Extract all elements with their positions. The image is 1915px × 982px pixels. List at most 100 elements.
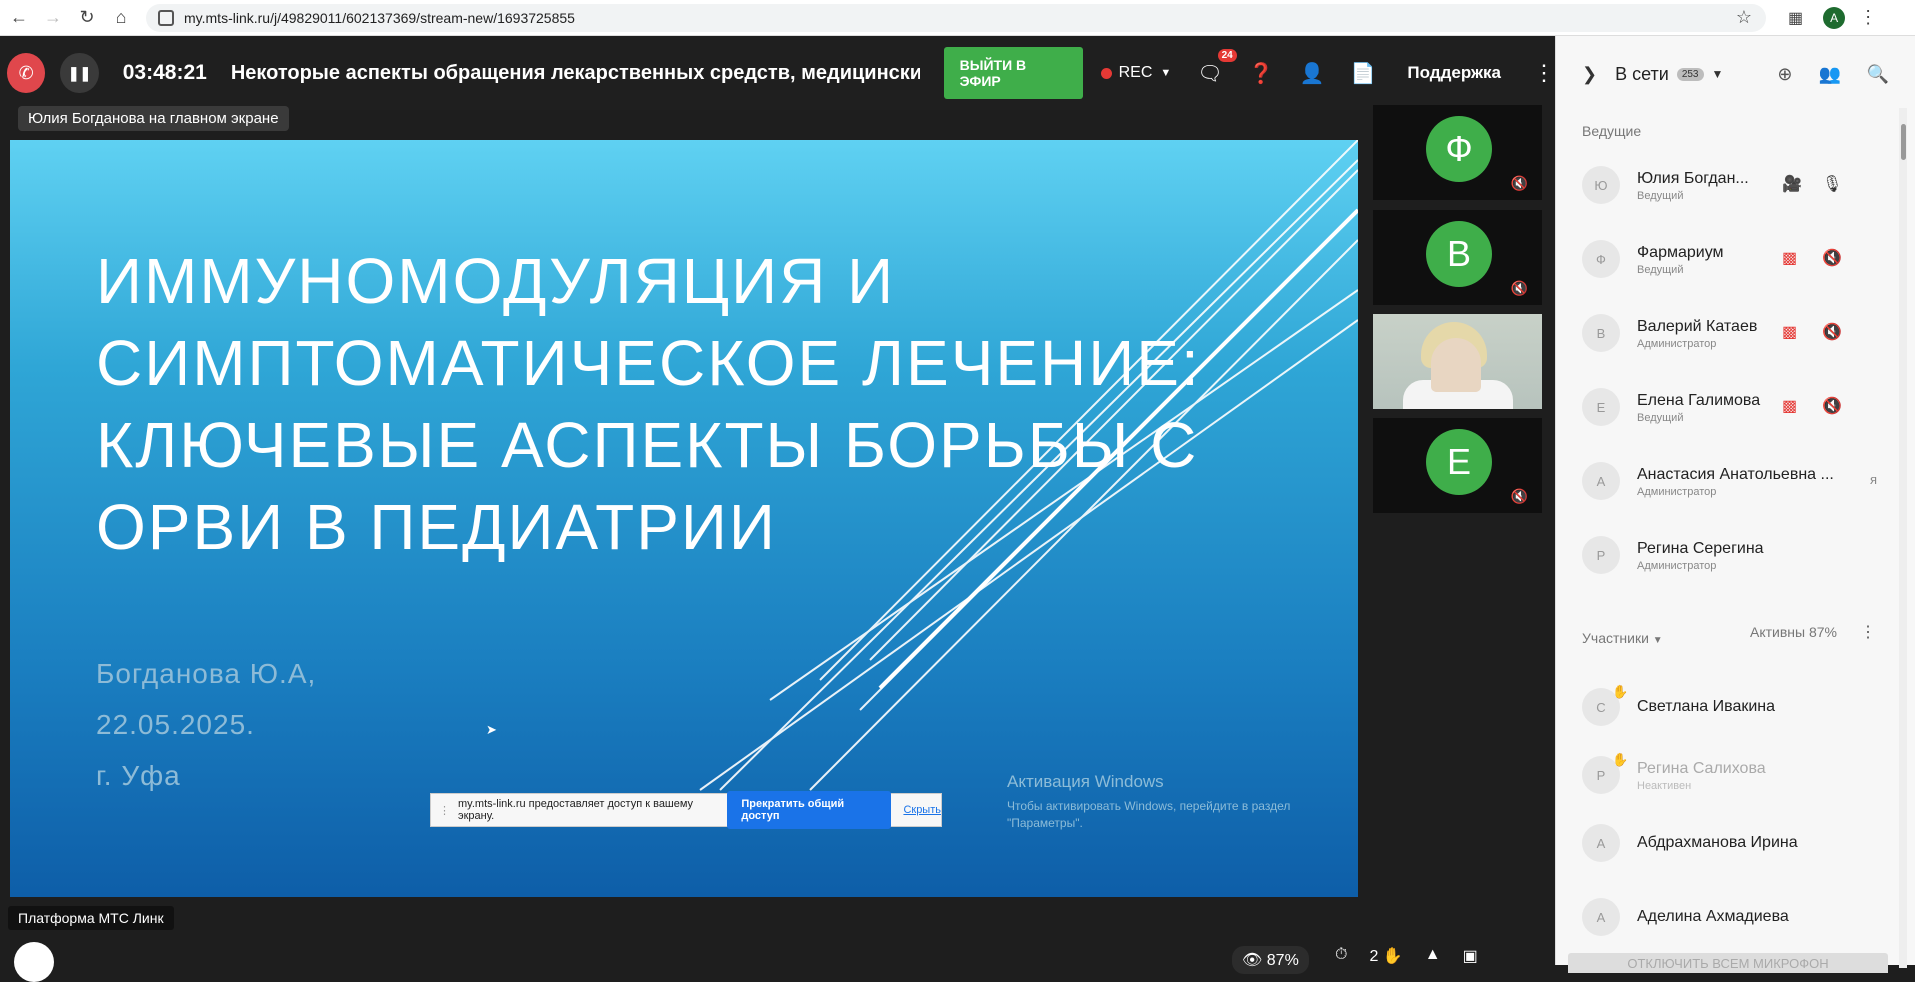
participant-tile[interactable]: Е 🔇	[1373, 418, 1542, 513]
host-name: Фармариум	[1637, 244, 1724, 261]
extensions-icon[interactable]: ▦	[1788, 8, 1803, 28]
record-label: REC	[1118, 64, 1153, 81]
go-on-air-button[interactable]: ВЫЙТИ В ЭФИР	[943, 47, 1083, 99]
mic-off-icon[interactable]: 🔇	[1822, 248, 1842, 268]
panel-title: В сети	[1615, 63, 1669, 84]
screen-share-bar: ⋮ my.mts-link.ru предоставляет доступ к …	[430, 791, 942, 829]
camera-off-icon[interactable]: ▩	[1782, 396, 1797, 416]
timer-icon[interactable]: ⏱	[1335, 946, 1347, 966]
panel-header: ❯ В сети 253 ▼ ⊕ 👥 🔍	[1556, 36, 1915, 112]
participants-label-text: Участники	[1582, 630, 1649, 646]
host-row[interactable]: В Валерий Катаев Администратор ▩ 🔇	[1582, 304, 1902, 364]
participant-tile[interactable]: В 🔇	[1373, 210, 1542, 305]
tile-avatar: В	[1426, 221, 1492, 287]
participant-icon[interactable]: 👤	[1300, 61, 1325, 86]
mic-off-icon: 🔇	[1510, 175, 1528, 191]
participant-name: Регина Салихова	[1637, 760, 1766, 777]
avatar: В	[1582, 314, 1620, 352]
browser-menu-icon[interactable]: ⋮	[1859, 7, 1877, 28]
participants-section-label[interactable]: Участники ▼	[1582, 630, 1663, 646]
mute-all-button[interactable]: ОТКЛЮЧИТЬ ВСЕМ МИКРОФОН	[1568, 953, 1888, 973]
slide-city: г. Уфа	[96, 760, 181, 791]
camera-off-icon[interactable]: ▩	[1782, 322, 1797, 342]
draw-icon[interactable]: ▲	[1425, 946, 1441, 966]
chevron-down-icon: ▼	[1652, 635, 1663, 646]
back-icon[interactable]: ←	[4, 3, 34, 33]
camera-off-icon[interactable]: ▩	[1782, 248, 1797, 268]
chevron-down-icon[interactable]: ▼	[1712, 67, 1724, 81]
participant-row[interactable]: А Абдрахманова Ирина	[1582, 814, 1902, 874]
avatar: А	[1582, 898, 1620, 936]
drag-handle-icon[interactable]: ⋮	[439, 804, 450, 817]
leave-call-button[interactable]: ✆	[7, 53, 46, 93]
participant-row[interactable]: С ✋ Светлана Ивакина	[1582, 678, 1902, 738]
hide-share-bar-link[interactable]: Скрыть	[903, 804, 941, 816]
document-icon[interactable]: 📄	[1351, 61, 1376, 86]
address-bar[interactable]: my.mts-link.ru/j/49829011/602137369/stre…	[146, 3, 1766, 32]
participant-video-tile[interactable]	[1373, 314, 1542, 409]
add-participant-icon[interactable]: ⊕	[1777, 64, 1792, 85]
home-icon[interactable]: ⌂	[106, 3, 136, 33]
share-bar-text: my.mts-link.ru предоставляет доступ к ва…	[458, 798, 694, 822]
slide-title: Иммуномодуляция и симптоматическое лечен…	[96, 245, 1201, 563]
webinar-toolbar: ✆ ❚❚ 03:48:21 Некоторые аспекты обращени…	[0, 36, 1555, 110]
slide-date: 22.05.2025.	[96, 709, 255, 740]
questions-icon[interactable]: ❓	[1249, 61, 1274, 86]
mic-off-icon[interactable]: 🔇	[1822, 322, 1842, 342]
site-info-icon[interactable]	[158, 9, 174, 26]
host-name: Юлия Богдан...	[1637, 170, 1749, 187]
raised-hands-count: 2	[1369, 948, 1379, 965]
stop-sharing-button[interactable]: Прекратить общий доступ	[727, 791, 892, 829]
host-row[interactable]: Ф Фармариум Ведущий ▩ 🔇	[1582, 230, 1902, 290]
participant-name: Аделина Ахмадиева	[1637, 908, 1789, 925]
chat-icon[interactable]: 🗨 24	[1197, 48, 1237, 86]
forward-icon[interactable]: →	[38, 3, 68, 33]
host-role: Ведущий	[1637, 264, 1684, 276]
url-text[interactable]: my.mts-link.ru/j/49829011/602137369/stre…	[184, 10, 1736, 26]
event-title: Некоторые аспекты обращения лекарственны…	[230, 61, 920, 84]
slide-author: Богданова Ю.А,	[96, 658, 317, 689]
layout-icon[interactable]: ▣	[1463, 946, 1478, 966]
participant-name: Абдрахманова Ирина	[1637, 834, 1798, 851]
host-role: Администратор	[1637, 486, 1717, 498]
panel-scrollbar[interactable]	[1899, 108, 1907, 968]
avatar: Ю	[1582, 166, 1620, 204]
host-name: Анастасия Анатольевна ...	[1637, 466, 1834, 483]
host-row[interactable]: Ю Юлия Богдан... Ведущий 🎥 🎙	[1582, 156, 1902, 216]
raised-hands[interactable]: 2 ✋	[1369, 946, 1402, 966]
reload-icon[interactable]: ↻	[72, 3, 102, 33]
avatar: А	[1582, 462, 1620, 500]
bookmark-star-icon[interactable]: ☆	[1736, 7, 1752, 28]
avatar: А	[1582, 824, 1620, 862]
host-role: Ведущий	[1637, 190, 1684, 202]
participant-row[interactable]: А Аделина Ахмадиева	[1582, 888, 1902, 948]
host-row[interactable]: Е Елена Галимова Ведущий ▩ 🔇	[1582, 378, 1902, 438]
host-row[interactable]: Р Регина Серегина Администратор	[1582, 526, 1902, 586]
more-options-icon[interactable]: ⋮	[1860, 622, 1876, 642]
host-row[interactable]: А Анастасия Анатольевна ... Администрато…	[1582, 452, 1902, 512]
raised-hand-icon: ✋	[1612, 752, 1629, 767]
browser-toolbar: ← → ↻ ⌂ my.mts-link.ru/j/49829011/602137…	[0, 0, 1915, 36]
camera-on-icon[interactable]: 🎥	[1782, 174, 1802, 194]
tile-avatar: Е	[1426, 429, 1492, 495]
group-icon[interactable]: 👥	[1818, 64, 1840, 85]
support-link[interactable]: Поддержка	[1407, 63, 1501, 83]
mic-off-icon[interactable]: 🔇	[1822, 396, 1842, 416]
profile-avatar[interactable]: A	[1823, 6, 1846, 29]
scrollbar-thumb[interactable]	[1901, 124, 1906, 160]
record-button[interactable]: REC ▼	[1100, 64, 1171, 82]
collapse-panel-icon[interactable]: ❯	[1582, 64, 1597, 85]
active-percent-label: Активны 87%	[1750, 624, 1837, 640]
search-icon[interactable]: 🔍	[1867, 64, 1889, 85]
more-menu-icon[interactable]: ⋮	[1533, 60, 1555, 86]
viewers-percent: 87%	[1266, 952, 1299, 969]
bottom-control-button[interactable]	[14, 942, 54, 982]
pause-button[interactable]: ❚❚	[60, 53, 99, 93]
participant-row[interactable]: Р ✋ Регина Салихова Неактивен	[1582, 746, 1902, 806]
mic-off-icon: 🔇	[1510, 280, 1528, 296]
viewers-indicator[interactable]: 👁 87%	[1232, 946, 1309, 974]
activation-title: Активация Windows	[1007, 772, 1164, 791]
raised-hand-icon: ✋	[1612, 684, 1629, 699]
participant-tile[interactable]: Ф 🔇	[1373, 105, 1542, 200]
mic-on-icon[interactable]: 🎙	[1822, 174, 1842, 194]
